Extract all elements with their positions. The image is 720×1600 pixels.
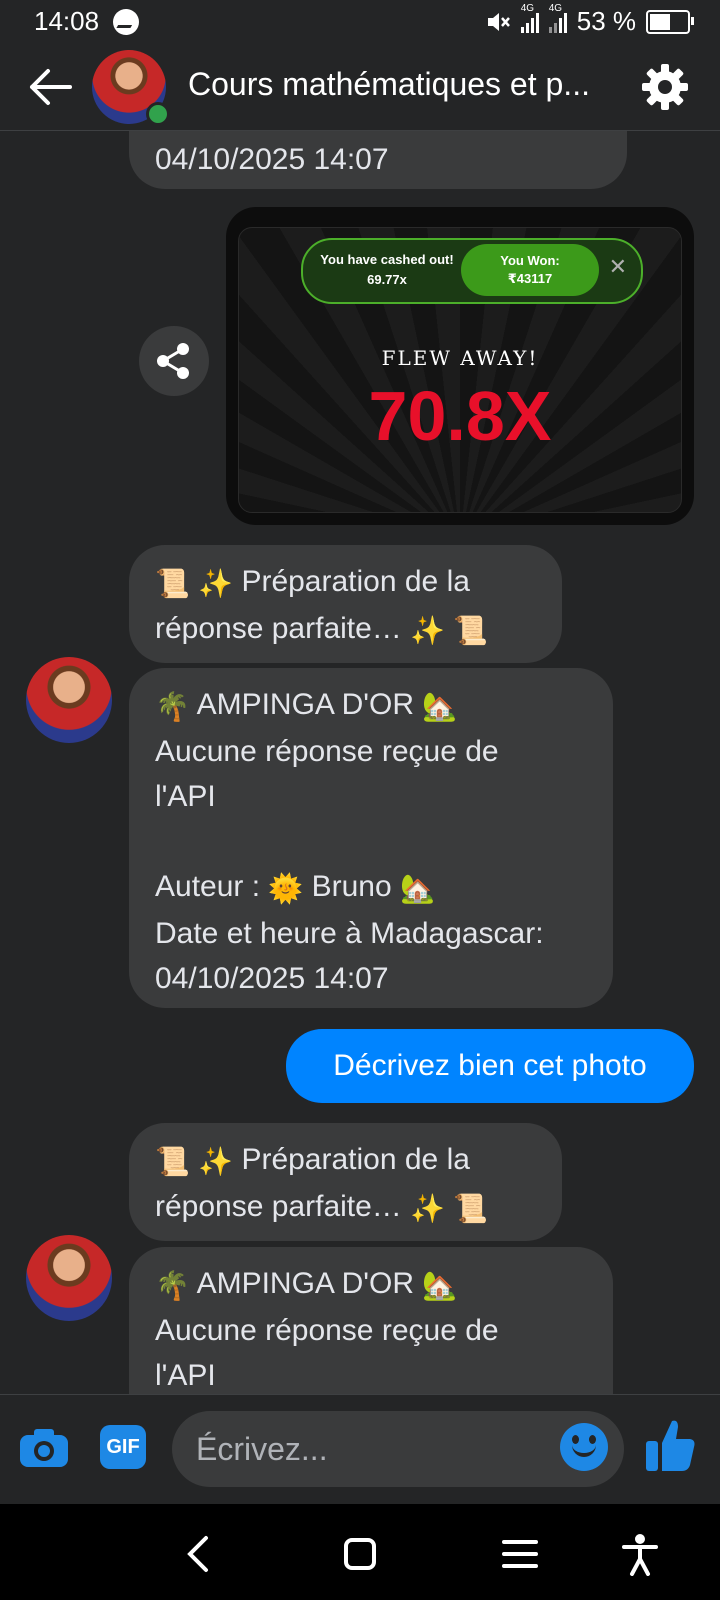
sender-avatar[interactable] [26,1235,112,1321]
battery-percent: 53 % [576,6,636,36]
status-icons: 4G 4G 53 % [485,3,694,37]
message-text: Aucune réponse reçue de [155,735,499,768]
scroll-icon: 📜 [453,1193,489,1224]
message-bubble[interactable]: 📜 ✨ Préparation de la réponse parfaite… … [129,1123,562,1241]
message-text: Décrivez bien cet photo [333,1049,647,1082]
online-status-dot [146,102,170,126]
nav-home-icon[interactable] [338,1532,382,1576]
message-text: l'API [155,1359,216,1392]
message-text: Préparation de la [241,1143,470,1176]
nav-menu-icon[interactable] [498,1532,542,1576]
message-text: 04/10/2025 14:07 [155,962,389,995]
message-text: Auteur : [155,870,261,903]
message-text: AMPINGA D'OR [196,1267,414,1300]
won-amount: ₹43117 [507,271,553,286]
cashout-label: You have cashed out! [320,252,454,267]
message-bubble[interactable]: 📜 ✨ Préparation de la réponse parfaite… … [129,545,562,663]
game-screen: You have cashed out! 69.77x You Won: ₹43… [238,227,682,513]
house-icon: 🏡 [422,1270,458,1301]
status-time: 14:08 [34,6,100,36]
scroll-icon: 📜 [155,1146,190,1177]
close-icon: ✕ [608,254,627,279]
message-bubble[interactable]: 🌴 AMPINGA D'OR 🏡 Aucune réponse reçue de… [129,668,613,1008]
emoji-icon[interactable] [560,1423,608,1471]
message-list[interactable]: 04/10/2025 14:07 You have cashed out! 69… [0,131,720,1394]
message-text: Date et heure à Madagascar: [155,917,544,950]
message-text: Bruno [311,870,392,903]
network-type-2: 4G [548,2,563,14]
sparkles-icon: ✨ [410,1193,446,1224]
outgoing-message-bubble[interactable]: Décrivez bien cet photo [286,1029,694,1103]
settings-gear-icon[interactable] [640,62,690,112]
flew-away-label: FLEW AWAY! [381,346,539,370]
palm-tree-icon: 🌴 [155,1270,190,1301]
chat-title[interactable]: Cours mathématiques et p... [188,66,618,103]
sparkles-icon: ✨ [410,615,446,646]
house-icon: 🏡 [400,873,435,904]
nav-back-icon[interactable] [178,1532,222,1576]
share-button[interactable] [139,326,209,396]
thumbs-up-icon[interactable] [644,1417,696,1473]
accessibility-icon[interactable] [618,1532,662,1576]
signal-icon-1: 4G [520,3,539,33]
signal-icon-2: 4G [548,3,567,33]
scroll-icon: 📜 [453,615,489,646]
network-type-1: 4G [520,2,535,14]
crash-multiplier: 70.8X [368,377,552,455]
message-input[interactable]: Écrivez... [172,1411,624,1487]
message-text: 04/10/2025 14:07 [155,143,389,176]
won-badge: You Won: ₹43117 [461,244,599,296]
won-label: You Won: [500,253,560,268]
house-icon: 🏡 [422,691,458,722]
cashout-info: You have cashed out! 69.77x [317,250,457,290]
palm-tree-icon: 🌴 [155,691,190,722]
scroll-icon: 📜 [155,568,190,599]
messenger-notification-icon [113,9,139,35]
mute-icon [487,12,510,31]
message-text: AMPINGA D'OR [196,688,414,721]
message-bubble[interactable]: 🌴 AMPINGA D'OR 🏡 Aucune réponse reçue de… [129,1247,613,1394]
cashout-multiplier: 69.77x [367,272,407,287]
message-text: l'API [155,780,216,813]
status-bar: 14:08 4G 4G 53 % [0,0,720,44]
camera-icon[interactable] [18,1427,70,1469]
system-nav-bar [0,1504,720,1600]
shared-image[interactable]: You have cashed out! 69.77x You Won: ₹43… [226,207,694,525]
sparkles-icon: ✨ [198,1146,234,1177]
share-icon [157,343,189,379]
cashout-banner: You have cashed out! 69.77x You Won: ₹43… [301,238,643,304]
sun-icon: 🌞 [268,873,304,904]
gif-button[interactable]: GIF [100,1425,146,1469]
battery-icon [646,9,694,34]
message-text: réponse parfaite… [155,1190,402,1223]
message-composer: GIF Écrivez... [0,1394,720,1505]
chat-header: Cours mathématiques et p... [0,44,720,131]
sparkles-icon: ✨ [198,568,234,599]
message-text: réponse parfaite… [155,612,402,645]
sender-avatar[interactable] [26,657,112,743]
back-arrow-icon[interactable] [26,66,74,108]
message-bubble[interactable]: 04/10/2025 14:07 [129,131,627,189]
message-text: Aucune réponse reçue de [155,1314,499,1347]
message-text: Préparation de la [241,565,470,598]
